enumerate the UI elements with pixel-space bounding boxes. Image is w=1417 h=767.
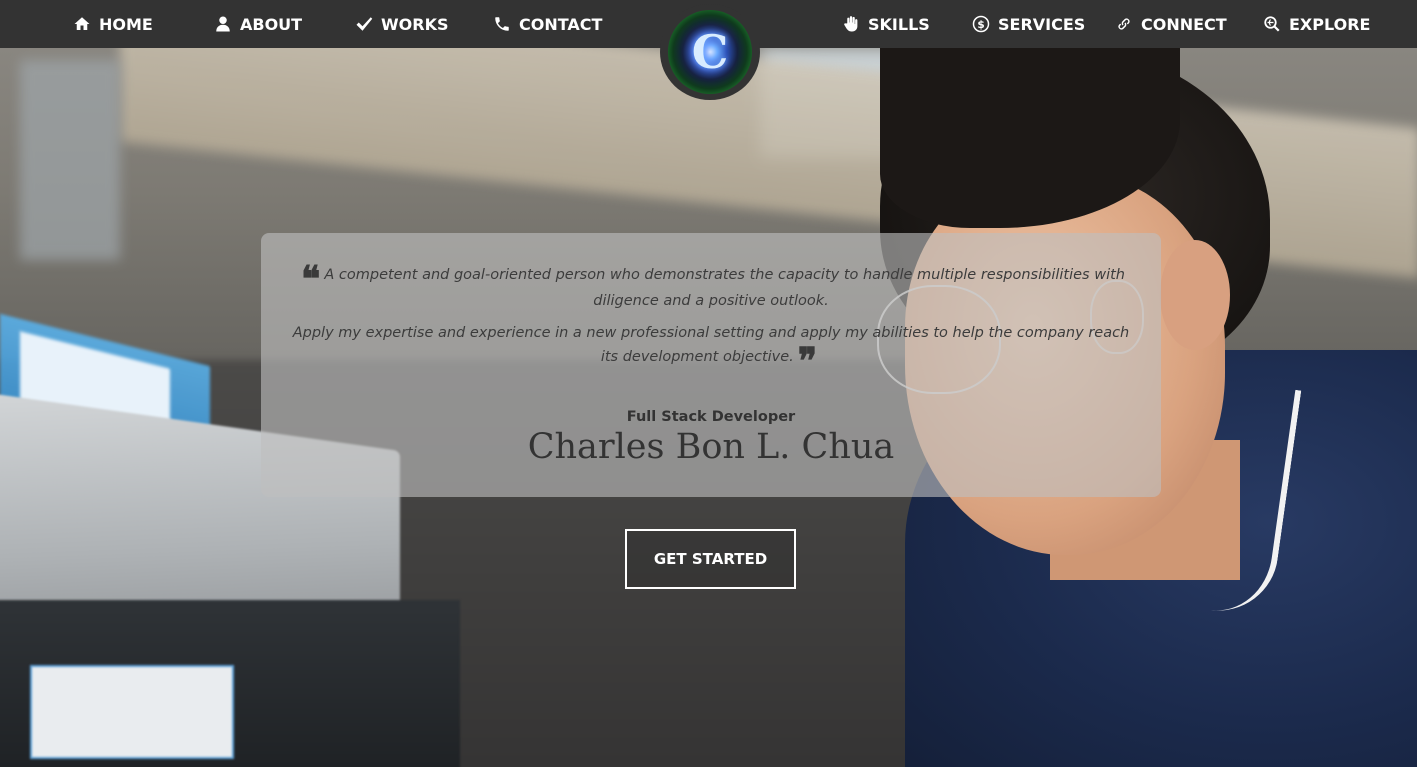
quote-text-2: Apply my expertise and experience in a n… — [292, 325, 1130, 365]
quote-paragraph-2: Apply my expertise and experience in a n… — [285, 321, 1137, 382]
nav-works[interactable]: WORKS — [355, 0, 449, 48]
get-started-button[interactable]: GET STARTED — [625, 529, 796, 589]
site-logo[interactable]: C — [660, 4, 760, 100]
nav-home[interactable]: HOME — [73, 0, 153, 48]
background-monitor — [20, 60, 120, 260]
nav-skills[interactable]: SKILLS — [842, 0, 930, 48]
quote-text-1: A competent and goal-oriented person who… — [324, 267, 1125, 309]
nav-connect-label: CONNECT — [1141, 14, 1227, 34]
nav-services[interactable]: $ SERVICES — [972, 0, 1085, 48]
svg-text:$: $ — [977, 19, 984, 31]
logo-letter: C — [691, 25, 729, 79]
search-globe-icon — [1263, 15, 1281, 33]
hero-section: HOME ABOUT WORKS CONTACT SKILLS $ SERVIC… — [0, 0, 1417, 767]
nav-contact-label: CONTACT — [519, 14, 603, 34]
nav-home-label: HOME — [99, 14, 153, 34]
nav-connect[interactable]: CONNECT — [1115, 0, 1227, 48]
hand-icon — [842, 15, 860, 33]
nav-about-label: ABOUT — [240, 14, 303, 34]
printer-label — [30, 665, 234, 759]
intro-card: ❝ A competent and goal-oriented person wh… — [261, 233, 1161, 497]
nav-skills-label: SKILLS — [868, 14, 930, 34]
job-title: Full Stack Developer — [626, 409, 796, 425]
logo-emblem: C — [668, 10, 752, 94]
nav-explore[interactable]: EXPLORE — [1263, 0, 1370, 48]
nav-services-label: SERVICES — [998, 14, 1086, 34]
open-quote-icon: ❝ — [301, 258, 321, 300]
home-icon — [73, 15, 91, 33]
checkmark-icon — [355, 15, 373, 33]
nav-explore-label: EXPLORE — [1289, 14, 1371, 34]
dollar-coin-icon: $ — [972, 15, 990, 33]
person-name: Charles Bon L. Chua — [527, 427, 895, 467]
nav-about[interactable]: ABOUT — [214, 0, 302, 48]
close-quote-icon: ❞ — [797, 340, 818, 382]
quote-paragraph-1: ❝ A competent and goal-oriented person wh… — [285, 258, 1137, 313]
phone-icon — [493, 15, 511, 33]
link-icon — [1115, 15, 1133, 33]
person-icon — [214, 15, 232, 33]
nav-works-label: WORKS — [381, 14, 449, 34]
person-ear — [1160, 240, 1230, 350]
nav-contact[interactable]: CONTACT — [493, 0, 602, 48]
